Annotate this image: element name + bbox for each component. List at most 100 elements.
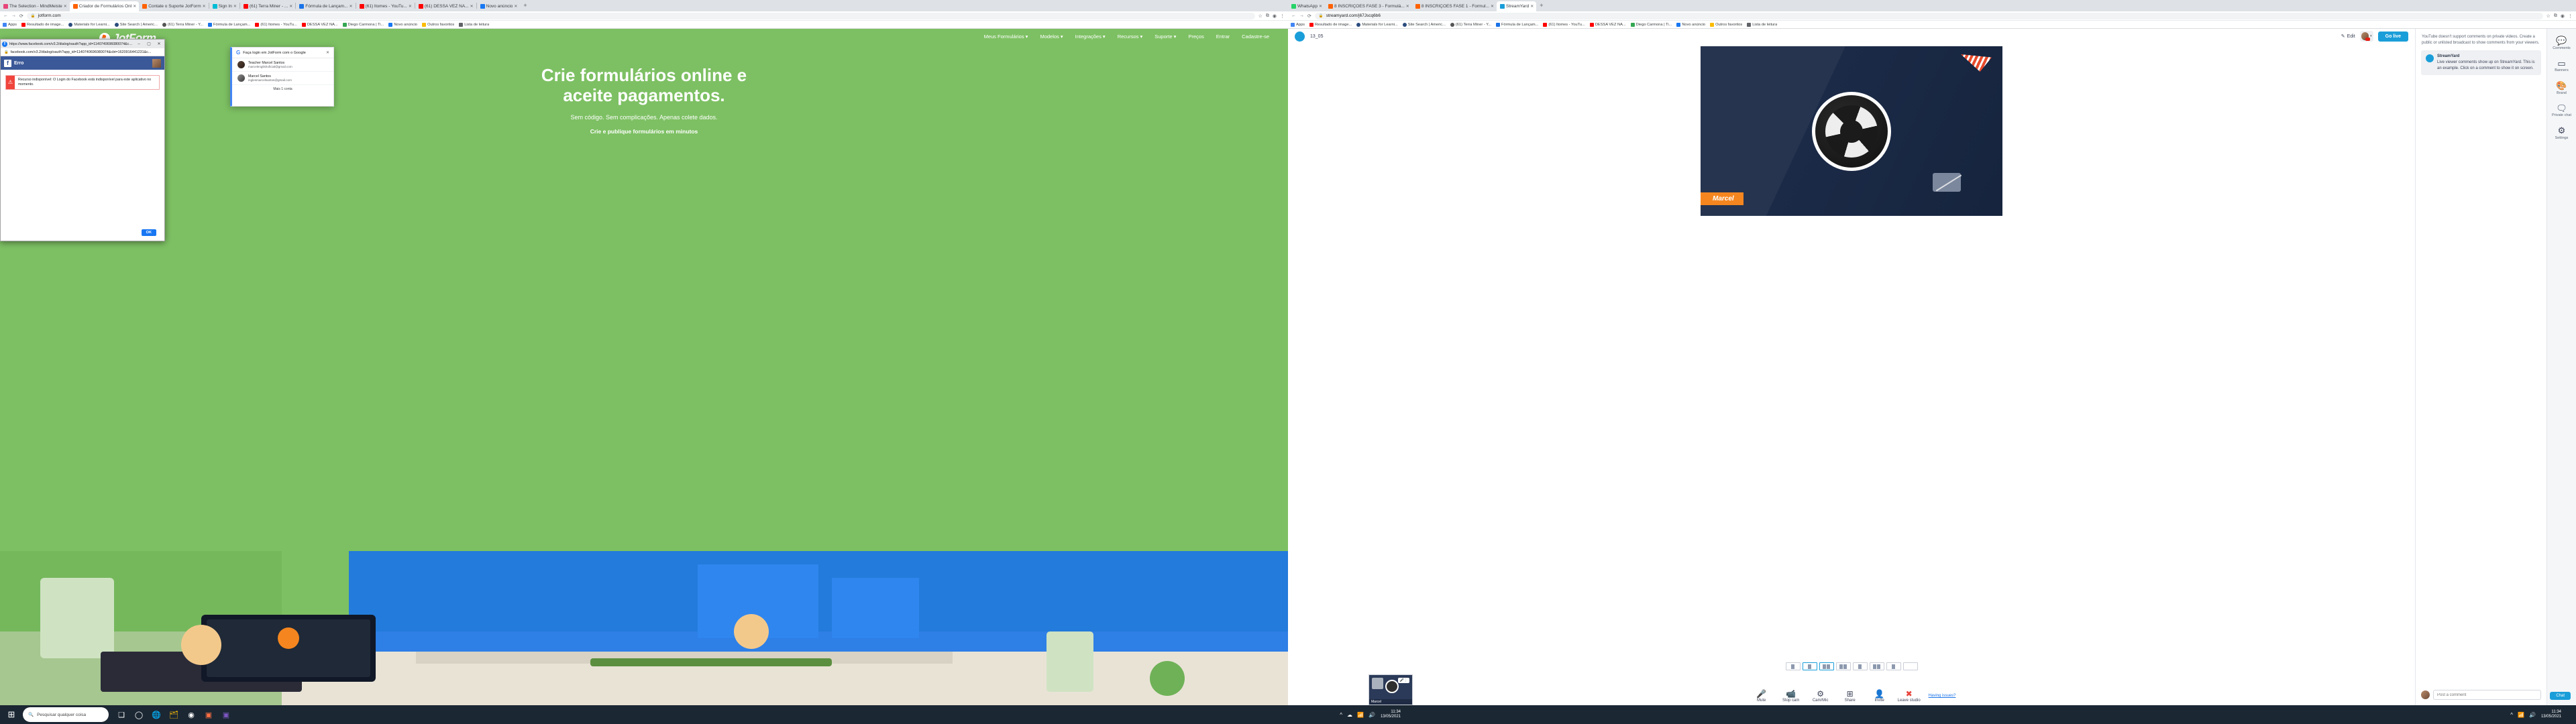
nav-meus-formularios[interactable]: Meus Formulários ▾ xyxy=(984,34,1028,40)
back-icon[interactable]: ← xyxy=(3,13,8,18)
chrome-icon[interactable]: ◉ xyxy=(182,705,200,724)
bookmark-item[interactable]: Resultado de image... xyxy=(1309,22,1352,27)
bookmark-other-folder[interactable]: Outros favoritos xyxy=(422,22,454,27)
bookmark-other-folder[interactable]: Outros favoritos xyxy=(1710,22,1742,27)
profile-icon[interactable]: ◉ xyxy=(1273,13,1277,19)
ok-button[interactable]: OK xyxy=(141,229,156,236)
taskbar-clock-right[interactable]: 11:34 13/05/2021 xyxy=(2541,710,2572,719)
menu-icon[interactable]: ⋮ xyxy=(1280,13,1285,19)
onedrive-icon[interactable]: ☁ xyxy=(1347,712,1352,718)
chat-button[interactable]: Chat xyxy=(2550,692,2571,700)
more-accounts-link[interactable]: Mais 1 conta xyxy=(232,85,333,93)
new-tab-button[interactable]: + xyxy=(1536,2,1546,9)
taskbar-clock-left[interactable]: 11:34 13/05/2021 xyxy=(1381,710,1405,719)
tab-6[interactable]: (61) Itomes - YouTu... ✕ xyxy=(356,1,415,11)
comment-input[interactable] xyxy=(2433,690,2541,700)
google-account-1[interactable]: Marcel Santos inglesmarcelsantos@gmail.c… xyxy=(232,72,333,85)
nav-recursos[interactable]: Recursos ▾ xyxy=(1118,34,1143,40)
nav-cadastre-se[interactable]: Cadastre-se xyxy=(1242,34,1269,40)
volume-icon[interactable]: 🔊 xyxy=(1368,712,1375,718)
close-icon[interactable]: ✕ xyxy=(350,4,353,9)
invite-button[interactable]: 👤 Invite xyxy=(1866,689,1894,703)
close-icon[interactable]: ✕ xyxy=(133,4,136,9)
forward-icon[interactable]: → xyxy=(1299,13,1304,18)
bookmark-item[interactable]: (61) Terra Miner - Y... xyxy=(1450,22,1491,27)
layout-option-2[interactable] xyxy=(1802,662,1817,670)
close-icon[interactable]: ✕ xyxy=(470,4,474,9)
microphone-icon[interactable]: 🎤⋮ xyxy=(1397,678,1409,683)
app-icon-1[interactable]: ▣ xyxy=(200,705,217,724)
tab-inscricoes-fase3[interactable]: 8 INSCRIÇÕES FASE 3 - Formulá... ✕ xyxy=(1325,1,1412,11)
popup-title-bar[interactable]: f https://www.facebook.com/v3.2/dialog/o… xyxy=(1,40,164,48)
bookmark-item[interactable]: Materials for Learni... xyxy=(1356,22,1398,27)
tab-2[interactable]: Contate o Suporte JotForm ✕ xyxy=(139,1,208,11)
back-icon[interactable]: ← xyxy=(1291,13,1296,18)
rail-banners[interactable]: ▭ Banners xyxy=(2555,58,2569,73)
bookmark-item[interactable]: Fórmula de Lançam... xyxy=(1496,22,1538,27)
layout-option-6[interactable] xyxy=(1869,662,1884,670)
maximize-button[interactable]: ▢ xyxy=(145,42,153,46)
rail-private-chat[interactable]: 🗨 Private chat xyxy=(2552,103,2571,118)
taskbar-search[interactable]: 🔍 Pesquisar qualquer coisa xyxy=(23,707,109,722)
close-icon[interactable]: ✕ xyxy=(514,4,517,9)
bookmark-item[interactable]: Novo anúncio xyxy=(388,22,417,27)
bookmark-item[interactable]: Site Search | Americ... xyxy=(114,22,158,27)
close-icon[interactable]: ✕ xyxy=(233,4,237,9)
close-icon[interactable]: ✕ xyxy=(409,4,412,9)
cam-mic-button[interactable]: ⚙ Cam/Mic xyxy=(1807,689,1835,703)
reading-list[interactable]: Lista de leitura xyxy=(459,22,489,27)
task-view-icon[interactable]: ❑ xyxy=(113,705,130,724)
windows-icon[interactable]: ⊞ xyxy=(0,709,23,720)
edge-icon[interactable]: 🌐 xyxy=(148,705,165,724)
tab-8[interactable]: Novo anúncio ✕ xyxy=(477,1,521,11)
explorer-icon[interactable]: 🗂 xyxy=(165,705,182,724)
tab-streamyard[interactable]: StreamYard ✕ xyxy=(1496,1,1537,11)
bookmark-item[interactable]: (61) Terra Miner - Y... xyxy=(162,22,203,27)
close-icon[interactable]: ✕ xyxy=(326,50,329,55)
rail-comments[interactable]: 💬 Comments xyxy=(2553,36,2571,50)
reload-icon[interactable]: ⟳ xyxy=(19,13,23,19)
bookmark-item[interactable]: DESSA VEZ NÃ... xyxy=(301,22,338,27)
close-icon[interactable]: ✕ xyxy=(203,4,206,9)
address-bar[interactable]: 🔒 streamyard.com/j67Jscq6b6 xyxy=(1314,12,2543,19)
nav-entrar[interactable]: Entrar xyxy=(1216,34,1230,40)
edit-button[interactable]: ✎ Edit xyxy=(2341,34,2355,40)
forward-icon[interactable]: → xyxy=(11,13,16,18)
bookmark-item[interactable]: Diego Carmona | Ti... xyxy=(1630,22,1672,27)
profile-icon[interactable]: ◉ xyxy=(2561,13,2565,19)
close-icon[interactable]: ✕ xyxy=(1530,4,1534,9)
chevron-up-icon[interactable]: ^ xyxy=(2510,712,2513,718)
tab-0[interactable]: The Selection - MindMeiste ✕ xyxy=(0,1,70,11)
go-live-button[interactable]: Go live xyxy=(2377,31,2408,42)
bookmark-item[interactable]: Resultado de image... xyxy=(21,22,64,27)
bookmark-apps[interactable]: Apps xyxy=(1291,22,1305,27)
tab-inscricoes-fase1[interactable]: 8 INSCRIÇÕES FASE 1 - Formul... ✕ xyxy=(1412,1,1497,11)
menu-icon[interactable]: ⋮ xyxy=(2568,13,2573,19)
layout-option-4[interactable] xyxy=(1835,662,1851,670)
participant-tile[interactable]: 🎤⋮ Marcel xyxy=(1368,674,1413,705)
bookmark-apps[interactable]: Apps xyxy=(3,22,17,27)
bookmark-item[interactable]: (61) Itomes - YouTu... xyxy=(1543,22,1585,27)
layout-option-3[interactable] xyxy=(1819,662,1834,670)
example-comment[interactable]: StreamYard Live viewer comments show up … xyxy=(2421,50,2541,76)
address-bar[interactable]: 🔒 jotform.com xyxy=(26,12,1255,19)
tab-7[interactable]: (61) DESSA VEZ NÃ... ✕ xyxy=(415,1,476,11)
star-icon[interactable]: ☆ xyxy=(1258,13,1263,19)
having-issues-link[interactable]: Having issues? xyxy=(1929,694,1956,698)
tab-3[interactable]: Sign In ✕ xyxy=(209,1,239,11)
nav-integracoes[interactable]: Integrações ▾ xyxy=(1075,34,1106,40)
cortana-icon[interactable]: ◯ xyxy=(130,705,148,724)
reading-list[interactable]: Lista de leitura xyxy=(1747,22,1777,27)
layout-option-1[interactable] xyxy=(1785,662,1801,670)
bookmark-item[interactable]: Diego Carmona | Ti... xyxy=(342,22,384,27)
rail-brand[interactable]: 🎨 Brand xyxy=(2556,80,2567,95)
destination-selector[interactable]: ▾ xyxy=(2359,31,2373,42)
network-icon[interactable]: 📶 xyxy=(2518,712,2524,718)
leave-studio-button[interactable]: ✖ Leave studio xyxy=(1895,689,1923,703)
bookmark-item[interactable]: Novo anúncio xyxy=(1676,22,1705,27)
stop-cam-button[interactable]: 📹 Stop cam xyxy=(1777,689,1805,703)
network-icon[interactable]: 📶 xyxy=(1357,712,1364,718)
tab-4[interactable]: (61) Terra Miner - ... ✕ xyxy=(240,1,295,11)
close-icon[interactable]: ✕ xyxy=(64,4,67,9)
app-icon-2[interactable]: ▣ xyxy=(217,705,235,724)
